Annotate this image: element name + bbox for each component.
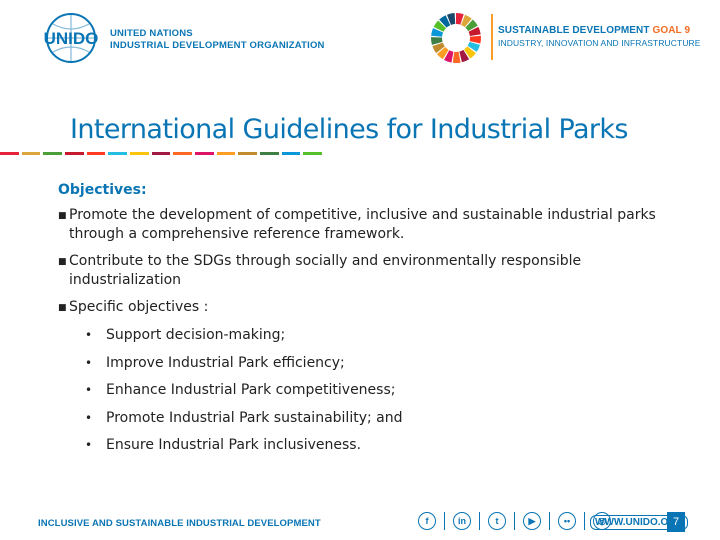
underline-segment <box>0 152 19 155</box>
sub-bullet-item: • Support decision-making; <box>85 326 678 354</box>
icon-divider <box>444 512 445 530</box>
sub-bullet-item: • Ensure Industrial Park inclusiveness. <box>85 436 678 464</box>
org-line1: UNITED NATIONS <box>110 28 193 39</box>
bullet-item: ■ Specific objectives : <box>58 298 678 318</box>
flickr-icon[interactable]: •• <box>558 512 576 530</box>
sub-bullet-item: • Improve Industrial Park efficiency; <box>85 354 678 382</box>
linkedin-icon[interactable]: in <box>453 512 471 530</box>
bullet-text: Contribute to the SDGs through socially … <box>69 253 582 288</box>
footer-tagline: INCLUSIVE AND SUSTAINABLE INDUSTRIAL DEV… <box>38 518 321 529</box>
sdg-wheel-icon <box>431 13 481 64</box>
sdg-goal: GOAL 9 <box>652 25 691 36</box>
underline-segment <box>108 152 128 155</box>
dot-bullet-icon: • <box>85 410 93 425</box>
social-icons: f in t ▶ •• ◎ <box>418 512 611 530</box>
slide-body: Objectives: ■ Promote the development of… <box>58 182 678 464</box>
sub-bullet-text: Promote Industrial Park sustainability; … <box>106 409 403 426</box>
square-bullet-icon: ■ <box>58 211 67 221</box>
icon-divider <box>584 512 585 530</box>
sdg-wheel-segment <box>469 35 481 44</box>
sub-bullet-text: Improve Industrial Park efficiency; <box>106 354 345 371</box>
org-name: UNITED NATIONS INDUSTRIAL DEVELOPMENT OR… <box>110 28 325 52</box>
underline-segment <box>173 152 193 155</box>
slide-title: International Guidelines for Industrial … <box>70 114 629 145</box>
square-bullet-icon: ■ <box>58 303 67 313</box>
footer: INCLUSIVE AND SUSTAINABLE INDUSTRIAL DEV… <box>0 508 720 540</box>
underline-segment <box>86 152 106 155</box>
logo-text: UNIDO <box>44 29 99 48</box>
sub-bullet-text: Enhance Industrial Park competitiveness; <box>106 382 396 398</box>
icon-divider <box>514 512 515 530</box>
sdg-subtitle: INDUSTRY, INNOVATION AND INFRASTRUCTURE <box>498 38 701 48</box>
twitter-icon[interactable]: t <box>488 512 506 530</box>
sub-bullet-item: • Enhance Industrial Park competitivenes… <box>85 381 678 409</box>
youtube-icon[interactable]: ▶ <box>523 512 541 530</box>
bullet-text: Specific objectives : <box>69 299 209 315</box>
underline-segment <box>281 152 301 155</box>
header: UNIDO UNITED NATIONS INDUSTRIAL DEVELOPM… <box>0 0 720 80</box>
bullet-item: ■ Contribute to the SDGs through sociall… <box>58 252 678 290</box>
sub-bullet-text: Ensure Industrial Park inclusiveness. <box>106 437 362 453</box>
facebook-icon[interactable]: f <box>418 512 436 530</box>
dot-bullet-icon: • <box>85 355 93 370</box>
objectives-heading: Objectives: <box>58 182 147 198</box>
dot-bullet-icon: • <box>85 328 93 342</box>
underline-segment <box>195 152 214 155</box>
title-underline <box>0 152 323 155</box>
sdg-goal-label: SUSTAINABLE DEVELOPMENT GOAL 9 INDUSTRY,… <box>498 24 701 50</box>
sdg-wheel-segment <box>452 51 461 64</box>
underline-segment <box>216 152 236 155</box>
square-bullet-icon: ■ <box>58 257 67 267</box>
sub-bullet-item: • Promote Industrial Park sustainability… <box>85 409 678 437</box>
specific-objectives-list: • Support decision-making; • Improve Ind… <box>85 326 678 464</box>
underline-segment <box>43 152 63 155</box>
bullet-item: ■ Promote the development of competitive… <box>58 206 678 244</box>
icon-divider <box>479 512 480 530</box>
bullet-text: Promote the development of competitive, … <box>69 207 656 242</box>
underline-segment <box>21 152 41 155</box>
underline-segment <box>65 152 84 155</box>
dot-bullet-icon: • <box>85 383 93 397</box>
icon-divider <box>549 512 550 530</box>
page-number: 7 <box>667 512 685 532</box>
dot-bullet-icon: • <box>85 438 93 452</box>
org-line2: INDUSTRIAL DEVELOPMENT ORGANIZATION <box>110 40 325 51</box>
underline-segment <box>260 152 279 155</box>
underline-segment <box>303 152 323 155</box>
header-separator <box>491 14 493 60</box>
sub-bullet-text: Support decision-making; <box>106 327 286 343</box>
sdg-title: SUSTAINABLE DEVELOPMENT <box>498 25 650 36</box>
underline-segment <box>130 152 149 155</box>
underline-segment <box>238 152 258 155</box>
unido-logo: UNIDO <box>44 13 99 63</box>
underline-segment <box>151 152 171 155</box>
